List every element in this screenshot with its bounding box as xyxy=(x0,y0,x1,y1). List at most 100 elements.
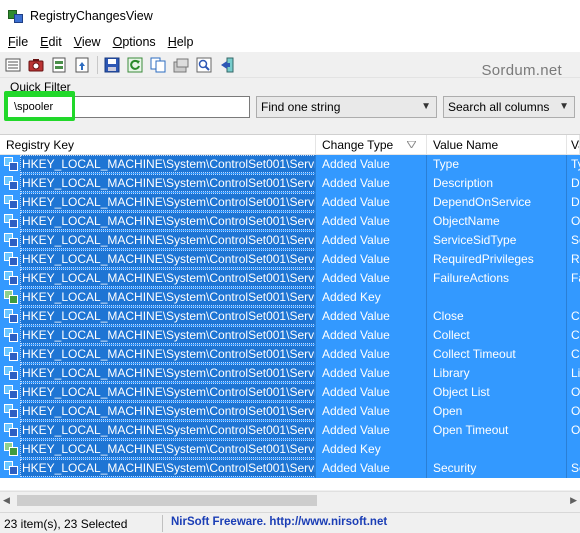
cell-change-type: Added Value xyxy=(316,345,427,364)
cell-value: Li xyxy=(571,366,580,380)
cell-registry-key: HKEY_LOCAL_MACHINE\System\ControlSet001\… xyxy=(0,421,316,440)
cell-value-name: ObjectName xyxy=(427,212,567,231)
scroll-right-icon[interactable]: ▶ xyxy=(570,495,577,506)
cell-change-type: Added Value xyxy=(316,326,427,345)
cell-change-type: Added Value xyxy=(316,212,427,231)
table-row[interactable]: HKEY_LOCAL_MACHINE\System\ControlSet001\… xyxy=(0,440,580,459)
cell-registry-key: HKEY_LOCAL_MACHINE\System\ControlSet001\… xyxy=(0,288,316,307)
table-row[interactable]: HKEY_LOCAL_MACHINE\System\ControlSet001\… xyxy=(0,212,580,231)
cell-value xyxy=(567,440,580,459)
table-body: HKEY_LOCAL_MACHINE\System\ControlSet001\… xyxy=(0,155,580,478)
table-row[interactable]: HKEY_LOCAL_MACHINE\System\ControlSet001\… xyxy=(0,307,580,326)
copy-icon[interactable] xyxy=(148,55,168,75)
cell-value-name: DependOnService xyxy=(427,193,567,212)
cell-change-type: Added Value xyxy=(316,269,427,288)
cell-value-name xyxy=(427,288,567,307)
table-row[interactable]: HKEY_LOCAL_MACHINE\System\ControlSet001\… xyxy=(0,364,580,383)
cell-change-type: Added Value xyxy=(316,402,427,421)
cell-value xyxy=(567,288,580,307)
cell-registry-key: HKEY_LOCAL_MACHINE\System\ControlSet001\… xyxy=(0,174,316,193)
table-row[interactable]: HKEY_LOCAL_MACHINE\System\ControlSet001\… xyxy=(0,155,580,174)
chevron-down-icon: ▼ xyxy=(559,101,569,112)
cell-value-name: Collect Timeout xyxy=(427,345,567,364)
cell-change-type: Added Value xyxy=(316,307,427,326)
sort-indicator-icon xyxy=(407,141,416,148)
exit-icon[interactable] xyxy=(217,55,237,75)
cell-value: Se xyxy=(571,233,580,247)
table-row[interactable]: HKEY_LOCAL_MACHINE\System\ControlSet001\… xyxy=(0,345,580,364)
table-row[interactable]: HKEY_LOCAL_MACHINE\System\ControlSet001\… xyxy=(0,421,580,440)
title-bar: RegistryChangesView xyxy=(0,0,580,32)
cell-value-name: Security xyxy=(427,459,567,478)
cell-value: O xyxy=(571,385,580,399)
properties-icon[interactable] xyxy=(171,55,191,75)
menu-edit[interactable]: Edit xyxy=(34,35,68,49)
find-mode-select[interactable]: Find one string ▼ xyxy=(256,96,437,118)
cell-change-type: Added Value xyxy=(316,193,427,212)
table-row[interactable]: HKEY_LOCAL_MACHINE\System\ControlSet001\… xyxy=(0,288,580,307)
cell-registry-key: HKEY_LOCAL_MACHINE\System\ControlSet001\… xyxy=(0,212,316,231)
list-icon[interactable] xyxy=(3,55,23,75)
table-row[interactable]: HKEY_LOCAL_MACHINE\System\ControlSet001\… xyxy=(0,269,580,288)
cell-value-name: Collect xyxy=(427,326,567,345)
column-header-value-name[interactable]: Value Name xyxy=(427,135,567,155)
cell-value-name: Type xyxy=(427,155,567,174)
scrollbar-thumb[interactable] xyxy=(17,495,317,506)
cell-change-type: Added Value xyxy=(316,459,427,478)
refresh-icon[interactable] xyxy=(125,55,145,75)
save-grid-icon[interactable] xyxy=(49,55,69,75)
table-row[interactable]: HKEY_LOCAL_MACHINE\System\ControlSet001\… xyxy=(0,402,580,421)
table-row[interactable]: HKEY_LOCAL_MACHINE\System\ControlSet001\… xyxy=(0,383,580,402)
watermark-text: Sordum.net xyxy=(481,62,562,79)
find-mode-value: Find one string xyxy=(261,100,341,114)
camera-icon[interactable] xyxy=(26,55,46,75)
column-header-registry-key[interactable]: Registry Key xyxy=(0,135,316,155)
table-row[interactable]: HKEY_LOCAL_MACHINE\System\ControlSet001\… xyxy=(0,326,580,345)
table-row[interactable]: HKEY_LOCAL_MACHINE\System\ControlSet001\… xyxy=(0,231,580,250)
toolbar-separator xyxy=(97,55,98,74)
nirsoft-link[interactable]: NirSoft Freeware. http://www.nirsoft.net xyxy=(171,516,387,528)
registry-changes-table[interactable]: Registry Key Change Type Value Name Va H… xyxy=(0,134,580,490)
cell-registry-key: HKEY_LOCAL_MACHINE\System\ControlSet001\… xyxy=(0,155,316,174)
menu-file[interactable]: File xyxy=(2,35,34,49)
cell-change-type: Added Value xyxy=(316,174,427,193)
search-icon[interactable] xyxy=(194,55,214,75)
column-header-value[interactable]: Va xyxy=(567,135,580,155)
cell-value-name xyxy=(427,440,567,459)
table-row[interactable]: HKEY_LOCAL_MACHINE\System\ControlSet001\… xyxy=(0,250,580,269)
cell-registry-key: HKEY_LOCAL_MACHINE\System\ControlSet001\… xyxy=(0,402,316,421)
registry-app-icon xyxy=(8,8,24,24)
cell-registry-key: HKEY_LOCAL_MACHINE\System\ControlSet001\… xyxy=(0,307,316,326)
cell-value: C xyxy=(571,309,580,323)
cell-value: D xyxy=(571,195,580,209)
chevron-down-icon: ▼ xyxy=(421,101,431,112)
cell-registry-key: HKEY_LOCAL_MACHINE\System\ControlSet001\… xyxy=(0,345,316,364)
menu-options[interactable]: Options xyxy=(107,35,162,49)
cell-registry-key: HKEY_LOCAL_MACHINE\System\ControlSet001\… xyxy=(0,383,316,402)
cell-change-type: Added Value xyxy=(316,421,427,440)
cell-value: O xyxy=(571,423,580,437)
cell-value: Ty xyxy=(571,157,580,171)
save-icon[interactable] xyxy=(102,55,122,75)
search-columns-select[interactable]: Search all columns ▼ xyxy=(443,96,575,118)
table-row[interactable]: HKEY_LOCAL_MACHINE\System\ControlSet001\… xyxy=(0,174,580,193)
quick-filter-value: \spooler xyxy=(8,97,72,117)
cell-registry-key: HKEY_LOCAL_MACHINE\System\ControlSet001\… xyxy=(0,193,316,212)
cell-change-type: Added Value xyxy=(316,383,427,402)
menu-view[interactable]: View xyxy=(68,35,107,49)
horizontal-scrollbar[interactable]: ◀ ▶ xyxy=(0,491,580,508)
menu-help[interactable]: Help xyxy=(162,35,200,49)
cell-value-name: ServiceSidType xyxy=(427,231,567,250)
cell-value: C xyxy=(571,328,580,342)
scroll-left-icon[interactable]: ◀ xyxy=(3,495,10,506)
cell-registry-key: HKEY_LOCAL_MACHINE\System\ControlSet001\… xyxy=(0,231,316,250)
cell-value: Fa xyxy=(571,271,580,285)
status-item-count: 23 item(s), 23 Selected xyxy=(4,517,128,531)
table-row[interactable]: HKEY_LOCAL_MACHINE\System\ControlSet001\… xyxy=(0,459,580,478)
cell-value: Se xyxy=(571,461,580,475)
export-icon[interactable] xyxy=(72,55,92,75)
cell-value-name: Description xyxy=(427,174,567,193)
table-row[interactable]: HKEY_LOCAL_MACHINE\System\ControlSet001\… xyxy=(0,193,580,212)
column-header-change-type[interactable]: Change Type xyxy=(316,135,427,155)
cell-value: D xyxy=(571,176,580,190)
